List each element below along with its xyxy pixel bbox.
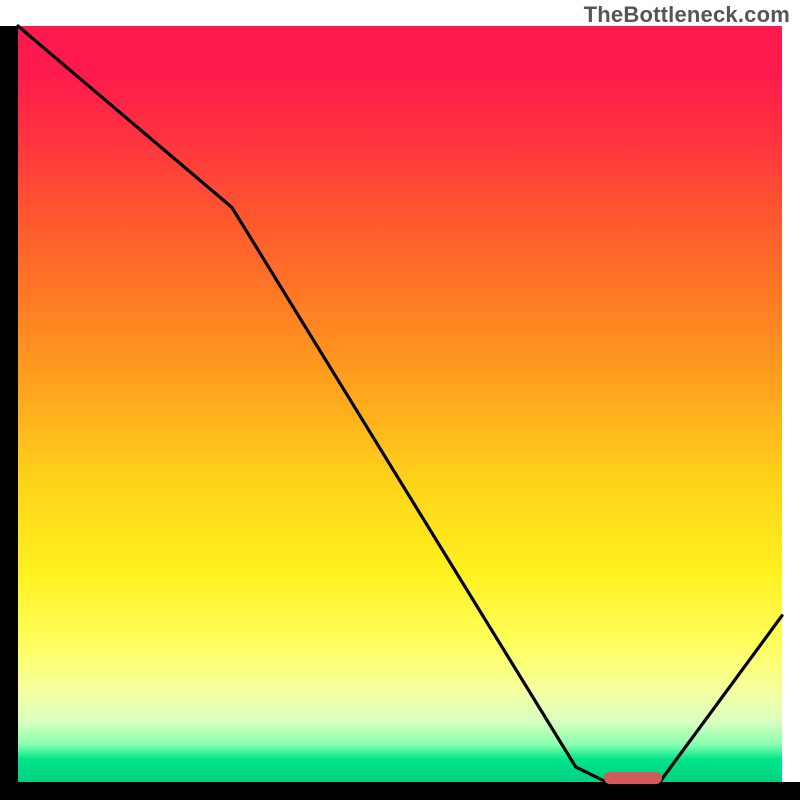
x-axis: [0, 782, 800, 800]
chart-svg: [18, 26, 782, 782]
watermark-text: TheBottleneck.com: [584, 2, 790, 28]
bottleneck-curve-line: [18, 26, 782, 782]
optimal-range-marker: [604, 772, 661, 784]
y-axis: [0, 26, 18, 782]
